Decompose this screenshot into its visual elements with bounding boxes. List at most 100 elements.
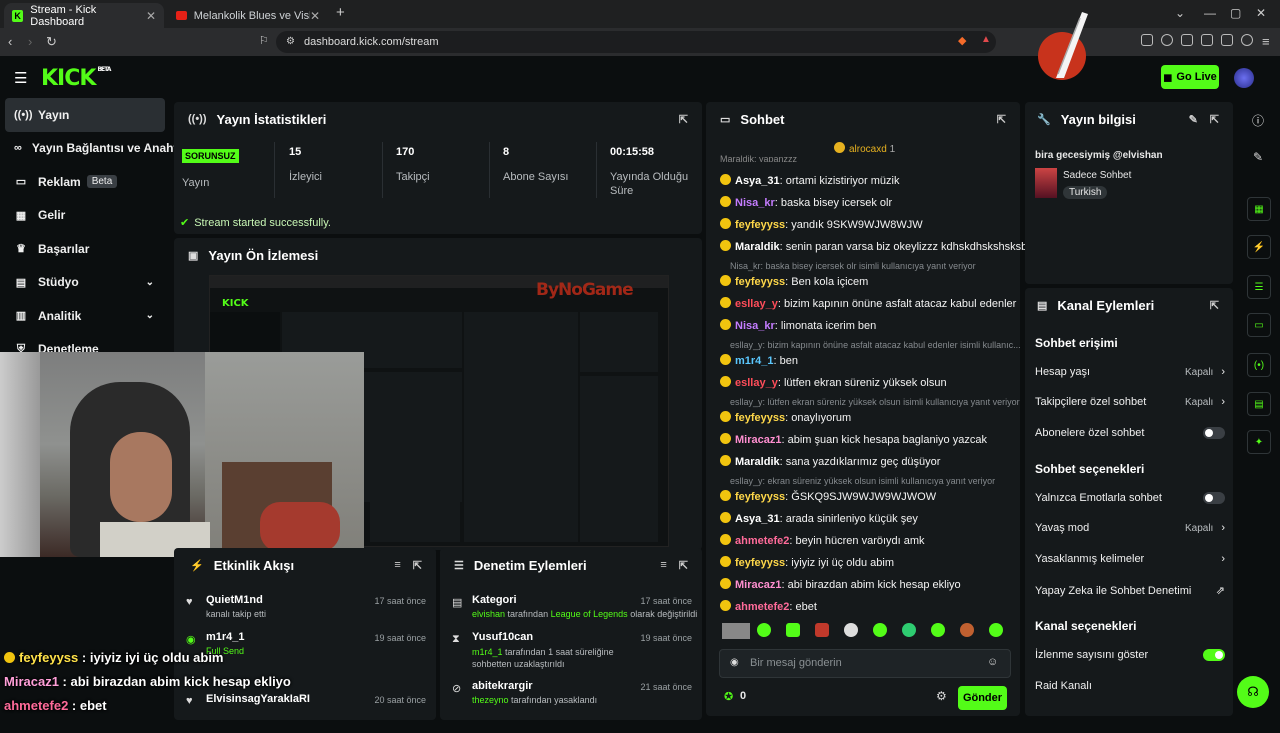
music-icon[interactable] — [1161, 34, 1173, 46]
chat-username[interactable]: Nisa_kr — [735, 320, 775, 332]
chat-message[interactable]: feyfeyyss: onaylıyorum — [720, 411, 851, 424]
chat-username[interactable]: Maraldik — [735, 456, 780, 468]
avatar[interactable] — [1234, 68, 1254, 88]
chat-username[interactable]: ahmetefe2 — [735, 601, 789, 613]
reload-icon[interactable]: ↻ — [46, 34, 57, 50]
chat-username[interactable]: ahmetefe2 — [735, 535, 789, 547]
chat-username[interactable]: feyfeyyss — [735, 276, 785, 288]
browser-tab-youtube[interactable]: Melankolik Blues ve Viski Esintileri - ✕ — [168, 3, 328, 28]
rail-list-icon[interactable]: ☰ — [1247, 275, 1271, 299]
filter-icon[interactable]: ≡ — [660, 559, 666, 571]
bookmark-icon[interactable]: ⚐ — [259, 34, 269, 47]
sidebar-icon[interactable] — [1181, 34, 1193, 46]
send-button[interactable]: Gönder — [958, 686, 1007, 710]
chat-message[interactable]: m1r4_1: ben — [720, 354, 798, 367]
leo-icon[interactable] — [1221, 34, 1233, 46]
chat-username[interactable]: esllay_y — [735, 298, 778, 310]
chat-message[interactable]: ahmetefe2: beyin hücren varöıydı amk — [720, 534, 925, 547]
emote-icon[interactable] — [844, 623, 858, 637]
browser-tab-kick[interactable]: K Stream - Kick Dashboard ✕ — [4, 3, 164, 28]
chat-message[interactable]: esllay_y: bizim kapının önüne asfalt ata… — [720, 297, 1016, 310]
chat-username[interactable]: esllay_y — [735, 377, 778, 389]
setting-slow-mode[interactable]: Yavaş mod Kapalı › — [1035, 522, 1225, 534]
sidebar-item-basarilar[interactable]: ♛ Başarılar — [0, 232, 170, 266]
filter-icon[interactable]: ≡ — [394, 559, 400, 571]
maximize-icon[interactable]: ▢ — [1230, 6, 1241, 20]
chat-username[interactable]: Miracaz1 — [735, 579, 781, 591]
setting-raid-channel[interactable]: Raid Kanalı — [1035, 680, 1225, 692]
minimize-icon[interactable]: — — [1204, 6, 1216, 20]
chat-input[interactable]: Bir mesaj gönderin — [719, 649, 1011, 678]
popout-icon[interactable]: ⇱ — [1210, 113, 1219, 126]
forward-icon[interactable]: › — [28, 34, 32, 49]
chat-message[interactable]: Maraldik: sana yazdıklarımız geç düşüyor — [720, 455, 940, 468]
sidebar-item-stream-key[interactable]: ∞ Yayın Bağlantısı ve Anahtarı — [0, 132, 192, 166]
chat-username[interactable]: m1r4_1 — [735, 355, 774, 367]
chat-username[interactable]: feyfeyyss — [735, 491, 785, 503]
edit-icon[interactable]: ✎ — [1189, 113, 1198, 126]
setting-account-age[interactable]: Hesap yaşı Kapalı › — [1035, 366, 1225, 378]
chat-message[interactable]: Maraldik: senin paran varsa biz okeylizz… — [720, 240, 1027, 253]
rail-stats-icon[interactable]: ▦ — [1247, 197, 1271, 221]
chat-username[interactable]: feyfeyyss — [735, 557, 785, 569]
gear-icon[interactable]: ⚙ — [936, 689, 947, 703]
emote-icon[interactable] — [902, 623, 916, 637]
chat-message[interactable]: Miracaz1: abi birazdan abim kick hesap e… — [720, 578, 961, 591]
popout-icon[interactable]: ⇱ — [679, 113, 688, 126]
chat-message[interactable]: ahmetefe2: ebet — [720, 600, 817, 613]
menu-icon[interactable]: ≡ — [1262, 34, 1270, 49]
list-item[interactable]: ⧗ Yusuf10can m1r4_1 tarafından 1 saat süre… — [440, 631, 702, 671]
toggle-switch[interactable] — [1203, 649, 1225, 661]
popout-icon[interactable]: ⇱ — [413, 559, 422, 572]
chat-message[interactable]: Asya_31: arada sinirleniyo küçük şey — [720, 512, 918, 525]
extension-icon[interactable] — [1141, 34, 1153, 46]
edit-icon[interactable]: ✎ — [1253, 150, 1263, 164]
support-button[interactable]: ☊ — [1237, 676, 1269, 708]
toggle-switch[interactable] — [1203, 492, 1225, 504]
sidebar-item-analitik[interactable]: ▥ Analitik ⌄ — [0, 299, 170, 333]
emote-icon[interactable] — [722, 623, 750, 639]
back-icon[interactable]: ‹ — [8, 34, 12, 49]
new-tab-icon[interactable]: + — [336, 4, 345, 21]
chat-message[interactable]: Asya_31: ortami kizistiriyor müzik — [720, 174, 899, 187]
chat-username[interactable]: Miracaz1 — [735, 434, 781, 446]
emote-icon[interactable] — [786, 623, 800, 637]
setting-banned-words[interactable]: Yasaklanmış kelimeler › — [1035, 553, 1225, 565]
rail-wrench-icon[interactable]: ✦ — [1247, 430, 1271, 454]
popout-icon[interactable]: ⇱ — [1210, 299, 1219, 312]
list-item[interactable]: ▤ Kategori elvishan tarafından League of L… — [440, 594, 702, 634]
chat-message[interactable]: feyfeyyss: yandık 9SKW9WJW8WJW — [720, 218, 923, 231]
chat-settings-icon[interactable]: ◉ — [730, 657, 739, 668]
chat-message[interactable]: Nisa_kr: baska bisey icersek olr — [720, 196, 892, 209]
sidebar-item-gelir[interactable]: ▦ Gelir — [0, 199, 170, 233]
pinned-user[interactable]: alrocaxd 1 — [834, 142, 895, 155]
kick-logo[interactable]: KICK BETA — [41, 66, 111, 91]
sidebar-item-reklam[interactable]: ▭ Reklam Beta — [0, 165, 170, 199]
info-icon[interactable]: ⓘ — [1252, 112, 1264, 129]
toggle-switch[interactable] — [1203, 427, 1225, 439]
close-window-icon[interactable]: ✕ — [1256, 6, 1266, 20]
brave-shield-icon[interactable]: ◆ — [958, 34, 966, 47]
list-item[interactable]: ♥ ElvisinsagYarakIaRI 20 saat önce — [174, 693, 436, 733]
emote-icon[interactable] — [757, 623, 771, 637]
chat-username[interactable]: feyfeyyss — [735, 219, 785, 231]
setting-emote-only[interactable]: Yalnızca Emotlarla sohbet — [1035, 492, 1225, 504]
chat-message[interactable]: Nisa_kr: limonata icerim ben — [720, 319, 876, 332]
chat-username[interactable]: Nisa_kr — [735, 197, 775, 209]
chat-username[interactable]: feyfeyyss — [735, 412, 785, 424]
emote-icon[interactable] — [989, 623, 1003, 637]
chat-username[interactable]: Asya_31 — [735, 513, 780, 525]
setting-ai-moderation[interactable]: Yapay Zeka ile Sohbet Denetimi ⇗ — [1035, 584, 1225, 598]
close-tab-icon[interactable]: ✕ — [310, 9, 320, 23]
setting-show-viewcount[interactable]: İzlenme sayısını göster — [1035, 649, 1225, 661]
chat-message[interactable]: feyfeyyss: ĞSKQ9SJW9WJW9WJWOW — [720, 490, 936, 503]
go-live-button[interactable]: ◼ Go Live — [1161, 65, 1219, 89]
chat-message[interactable]: Miracaz1: abim şuan kick hesapa baglaniy… — [720, 433, 987, 446]
list-item[interactable]: ♥ QuietM1nd kanalı takip etti 17 saat önce — [174, 594, 436, 634]
site-info-icon[interactable]: ⚙ — [286, 36, 295, 47]
emoji-icon[interactable]: ☺ — [987, 656, 998, 668]
rail-lightning-icon[interactable]: ⚡ — [1247, 235, 1271, 259]
emote-icon[interactable] — [960, 623, 974, 637]
chat-message[interactable]: feyfeyyss: Ben kola içicem — [720, 275, 868, 288]
wallet-icon[interactable] — [1201, 34, 1213, 46]
